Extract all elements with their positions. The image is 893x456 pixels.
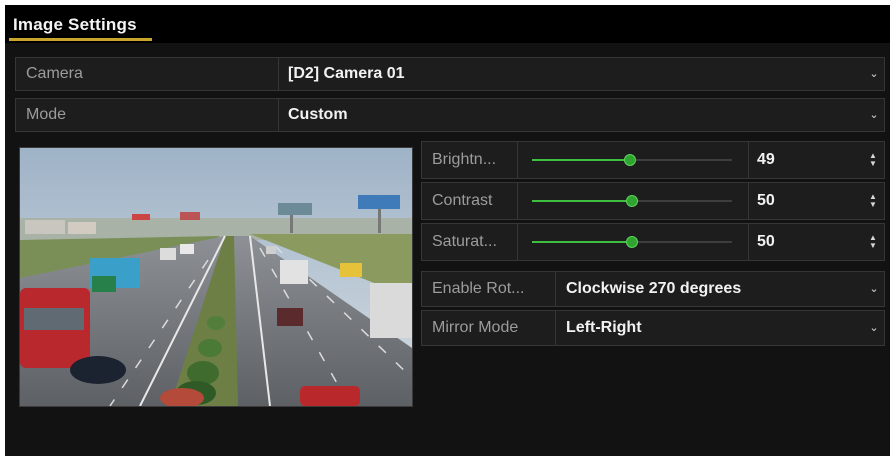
camera-row: Camera [D2] Camera 01 ⌄ <box>15 57 885 91</box>
saturation-row: Saturat... 50 ▲ ▼ <box>421 223 885 261</box>
brightness-value[interactable]: 49 <box>757 142 775 178</box>
saturation-slider[interactable] <box>532 236 732 248</box>
chevron-down-icon[interactable]: ⌄ <box>868 283 880 295</box>
spin-arrows-icon[interactable]: ▲ ▼ <box>868 152 878 168</box>
active-tab-indicator <box>9 38 152 41</box>
tab-image-settings[interactable]: Image Settings <box>13 15 137 35</box>
mirror-mode-row: Mirror Mode Left-Right ⌄ <box>421 310 885 346</box>
saturation-spinbox[interactable]: 50 ▲ ▼ <box>748 224 884 260</box>
mirror-mode-select[interactable]: Left-Right <box>566 311 642 345</box>
contrast-slider-handle[interactable] <box>626 195 638 207</box>
title-bar: Image Settings <box>5 5 890 43</box>
saturation-value[interactable]: 50 <box>757 224 775 260</box>
saturation-label: Saturat... <box>422 224 518 260</box>
camera-select[interactable]: [D2] Camera 01 <box>288 58 405 90</box>
contrast-slider[interactable] <box>532 195 732 207</box>
brightness-slider-fill <box>532 159 630 161</box>
camera-label: Camera <box>16 58 279 90</box>
brightness-label: Brightn... <box>422 142 518 178</box>
chevron-down-icon[interactable]: ⌄ <box>868 322 880 334</box>
saturation-slider-handle[interactable] <box>626 236 638 248</box>
brightness-slider-handle[interactable] <box>624 154 636 166</box>
brightness-slider[interactable] <box>532 154 732 166</box>
saturation-slider-fill <box>532 241 632 243</box>
mode-row: Mode Custom ⌄ <box>15 98 885 132</box>
contrast-label: Contrast <box>422 183 518 219</box>
camera-preview-image <box>19 147 413 407</box>
contrast-value[interactable]: 50 <box>757 183 775 219</box>
image-settings-window: Image Settings Camera [D2] Camera 01 ⌄ M… <box>5 5 890 456</box>
chevron-down-icon[interactable]: ⌄ <box>868 109 880 121</box>
contrast-row: Contrast 50 ▲ ▼ <box>421 182 885 220</box>
spin-arrows-icon[interactable]: ▲ ▼ <box>868 193 878 209</box>
brightness-spinbox[interactable]: 49 ▲ ▼ <box>748 142 884 178</box>
chevron-down-icon[interactable]: ⌄ <box>868 68 880 80</box>
contrast-slider-fill <box>532 200 632 202</box>
spin-arrows-icon[interactable]: ▲ ▼ <box>868 234 878 250</box>
enable-rotate-label: Enable Rot... <box>422 272 556 306</box>
mirror-mode-label: Mirror Mode <box>422 311 556 345</box>
mode-select[interactable]: Custom <box>288 99 348 131</box>
contrast-spinbox[interactable]: 50 ▲ ▼ <box>748 183 884 219</box>
enable-rotate-row: Enable Rot... Clockwise 270 degrees ⌄ <box>421 271 885 307</box>
enable-rotate-select[interactable]: Clockwise 270 degrees <box>566 272 741 306</box>
brightness-row: Brightn... 49 ▲ ▼ <box>421 141 885 179</box>
mode-label: Mode <box>16 99 279 131</box>
